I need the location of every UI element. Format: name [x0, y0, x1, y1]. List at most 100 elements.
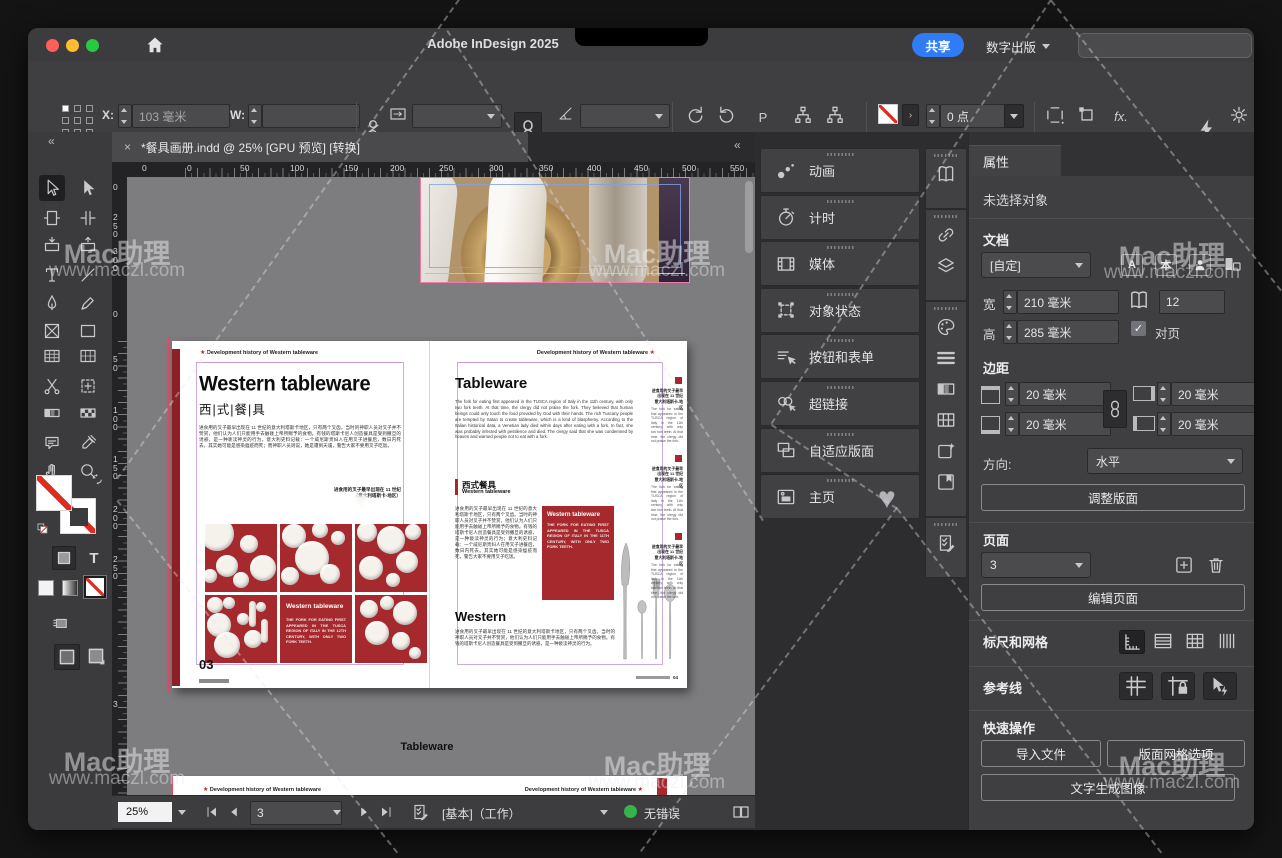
- settings-gear-icon[interactable]: [1228, 104, 1250, 126]
- document-grid-button[interactable]: [1183, 630, 1207, 652]
- content-collector-tool-icon[interactable]: [39, 232, 65, 258]
- direct-selection-tool-icon[interactable]: [75, 175, 101, 201]
- width-stepper[interactable]: [1003, 290, 1017, 314]
- vertical-scrollbar[interactable]: [745, 181, 753, 253]
- fill-swatch-none[interactable]: [878, 104, 898, 124]
- free-transform-tool-icon[interactable]: [75, 373, 101, 399]
- direction-dropdown[interactable]: 水平: [1087, 448, 1243, 474]
- apply-gradient-button[interactable]: [62, 580, 78, 596]
- text-to-image-button[interactable]: 文字生成图像: [981, 774, 1235, 801]
- spread-view-icon[interactable]: [730, 802, 752, 822]
- margin-outside-field[interactable]: 20 毫米: [1171, 412, 1254, 436]
- page-list-dropdown[interactable]: [328, 801, 346, 823]
- links-panel-icon[interactable]: [935, 224, 957, 246]
- page-size-preset-dropdown[interactable]: [自定]: [981, 252, 1091, 278]
- scissors-tool-icon[interactable]: [39, 373, 65, 399]
- collapse-tools-icon[interactable]: «: [48, 134, 55, 148]
- reference-point-1-0[interactable]: [62, 117, 69, 124]
- formatting-text-button[interactable]: T: [84, 548, 104, 568]
- layers-panel-icon[interactable]: [935, 255, 957, 277]
- scale-x-field[interactable]: [412, 104, 502, 128]
- fill-color-swatch[interactable]: [36, 475, 72, 511]
- frame-tool-icon[interactable]: [39, 318, 65, 344]
- swap-fill-stroke-icon[interactable]: [90, 472, 106, 488]
- panel-button-buttons-forms[interactable]: 按钮和表单: [760, 334, 920, 379]
- edit-pages-button[interactable]: 编辑页面: [981, 584, 1245, 611]
- next-page-button[interactable]: [356, 804, 372, 820]
- preflight-menu-icon[interactable]: [410, 802, 430, 822]
- pasteboard-photo-frame[interactable]: [420, 177, 690, 283]
- gradient-feather-tool-icon[interactable]: [75, 400, 101, 426]
- right-page[interactable]: Development history of Western tableware…: [429, 341, 687, 688]
- show-guides-button[interactable]: [1119, 672, 1153, 700]
- gap-tool-icon[interactable]: [75, 205, 101, 231]
- color-panel-icon[interactable]: [935, 316, 957, 338]
- margin-top-field[interactable]: 20 毫米: [1019, 382, 1111, 406]
- vertical-grid-tool-icon[interactable]: [75, 343, 101, 369]
- document-canvas[interactable]: ★ Development history of Western tablewa…: [127, 177, 755, 795]
- margins-link-icon[interactable]: [1103, 390, 1127, 428]
- import-file-button[interactable]: 导入文件: [981, 740, 1101, 767]
- baseline-grid-button[interactable]: [1151, 630, 1175, 652]
- rotation-angle-field[interactable]: [580, 104, 670, 128]
- margin-top-stepper[interactable]: [1005, 382, 1019, 406]
- apply-none-button[interactable]: [84, 576, 106, 598]
- ruler-origin-corner[interactable]: [112, 162, 128, 178]
- search-input[interactable]: [1078, 33, 1252, 58]
- w-field[interactable]: [262, 104, 360, 128]
- margin-inside-field[interactable]: 20 毫米: [1171, 382, 1254, 406]
- reference-point-1-2[interactable]: [86, 117, 93, 124]
- spread[interactable]: ★ Development history of Western tablewa…: [172, 341, 686, 688]
- margin-bottom-field[interactable]: 20 毫米: [1019, 412, 1111, 436]
- pages-count-field[interactable]: 12: [1159, 290, 1225, 314]
- gradient-tool-icon[interactable]: [39, 400, 65, 426]
- pencil-tool-icon[interactable]: [75, 290, 101, 316]
- swatches-panel-icon[interactable]: [935, 409, 957, 431]
- next-spread-partial[interactable]: ★ Development history of Western tablewa…: [172, 775, 688, 795]
- add-page-icon[interactable]: [1173, 554, 1195, 576]
- minimize-window-button[interactable]: [66, 39, 79, 52]
- height-stepper[interactable]: [1003, 320, 1017, 344]
- rotate-cw-icon[interactable]: [684, 104, 706, 126]
- width-field[interactable]: 210 毫米: [1017, 290, 1119, 314]
- corner-options-icon[interactable]: [1044, 104, 1066, 126]
- screen-mode-normal-button[interactable]: [54, 644, 80, 670]
- reference-point-0-0[interactable]: [62, 105, 69, 112]
- panel-button-timing[interactable]: 计时: [760, 195, 920, 240]
- stroke-weight-dropdown[interactable]: [1004, 104, 1024, 128]
- home-icon[interactable]: [144, 34, 166, 56]
- screen-mode-preview-button[interactable]: [84, 644, 108, 668]
- facing-pages-checkbox[interactable]: ✓: [1131, 321, 1146, 336]
- panel-button-animation[interactable]: 动画: [760, 148, 920, 193]
- panel-button-media[interactable]: 媒体: [760, 241, 920, 286]
- paragraph-composer-icon[interactable]: P: [752, 106, 774, 128]
- tab-properties[interactable]: 属性: [969, 145, 1061, 176]
- zoom-window-button[interactable]: [86, 39, 99, 52]
- panel-button-master-pages[interactable]: 主页: [760, 474, 920, 519]
- reference-point-1-1[interactable]: [74, 117, 81, 124]
- close-tab-icon[interactable]: ×: [124, 140, 131, 154]
- current-page-dropdown[interactable]: 3: [981, 552, 1091, 578]
- view-options-icon[interactable]: [50, 614, 70, 632]
- w-stepper[interactable]: [248, 104, 262, 128]
- collapse-dock-icon[interactable]: «: [734, 138, 741, 152]
- line-tool-icon[interactable]: [75, 262, 101, 288]
- layout-grid-options-button[interactable]: 版面网格选项: [1107, 740, 1245, 767]
- styles-panel-icon[interactable]: [935, 471, 957, 493]
- workspace-switcher[interactable]: 数字出版: [986, 37, 1050, 56]
- margin-bottom-stepper[interactable]: [1005, 412, 1019, 436]
- delete-page-icon[interactable]: [1205, 554, 1227, 576]
- horizontal-grid-tool-icon[interactable]: [39, 343, 65, 369]
- layout-ben-icon[interactable]: 本: [1155, 254, 1177, 276]
- panel-button-object-states[interactable]: 对象状态: [760, 288, 920, 333]
- orientation-icon[interactable]: [1221, 254, 1243, 274]
- zoom-level-field[interactable]: 25%: [118, 802, 172, 822]
- lock-guides-button[interactable]: [1161, 672, 1195, 700]
- gradient2-panel-icon[interactable]: [935, 378, 957, 400]
- previous-page-button[interactable]: [226, 804, 242, 820]
- rotate-ccw-icon[interactable]: [716, 104, 738, 126]
- eyedropper-tool-icon[interactable]: [75, 430, 101, 456]
- cc-libraries-panel-icon[interactable]: [935, 440, 957, 462]
- smart-guides-button[interactable]: [1203, 672, 1237, 700]
- fill-menu-button[interactable]: ›: [902, 104, 919, 126]
